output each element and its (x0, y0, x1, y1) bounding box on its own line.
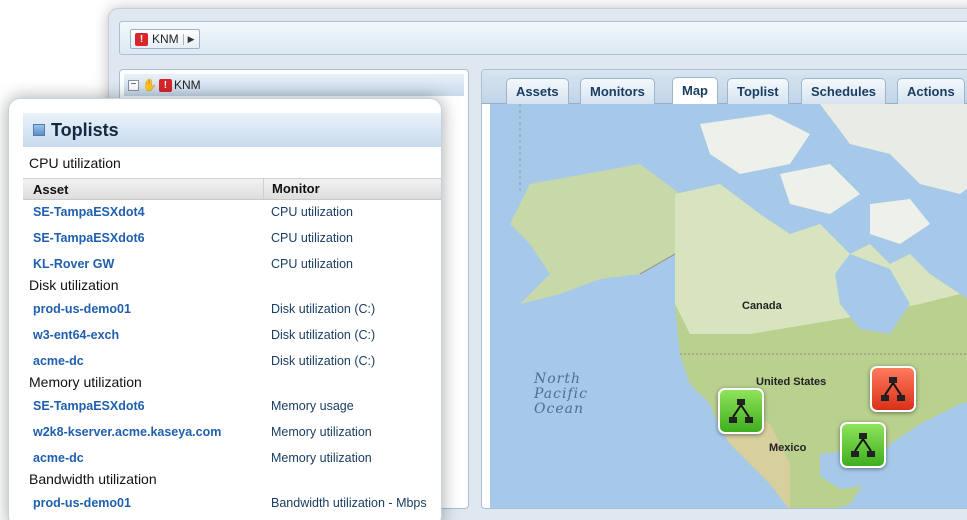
monitor-name: Disk utilization (C:) (271, 302, 376, 316)
ocean-label-line: North (534, 371, 582, 387)
table-row: w3-ent64-exch Disk utilization (C:) (23, 326, 441, 346)
content-panel: Assets Monitors Map Toplist Schedules Ac… (481, 69, 967, 509)
monitor-name: Bandwidth utilization - Mbps (271, 496, 427, 510)
map-marker-network-ok[interactable] (840, 422, 886, 468)
tab-assets[interactable]: Assets (506, 78, 569, 104)
map-marker-network-alert[interactable] (870, 366, 916, 412)
map-marker-network-ok[interactable] (718, 388, 764, 434)
section-title-bandwidth: Bandwidth utilization (29, 471, 157, 487)
table-row: acme-dc Disk utilization (C:) (23, 352, 441, 372)
alert-icon: ! (135, 32, 148, 46)
map-label-ocean: North Pacific Ocean (534, 372, 588, 417)
asset-link[interactable]: KL-Rover GW (33, 257, 114, 271)
panel-icon (33, 124, 45, 136)
network-icon (881, 377, 905, 401)
network-icon (729, 399, 753, 423)
monitor-name: Memory usage (271, 399, 354, 413)
table-row: SE-TampaESXdot4 CPU utilization (23, 203, 441, 223)
collapse-icon[interactable]: − (128, 79, 139, 91)
toplists-header: Toplists (23, 113, 441, 147)
table-row: prod-us-demo01 Bandwidth utilization - M… (23, 494, 441, 514)
monitor-name: Disk utilization (C:) (271, 354, 376, 368)
table-row: prod-us-demo01 Disk utilization (C:) (23, 300, 441, 320)
section-title-memory: Memory utilization (29, 374, 142, 390)
toplists-title: Toplists (51, 119, 119, 140)
table-row: SE-TampaESXdot6 Memory usage (23, 397, 441, 417)
chevron-right-icon[interactable]: ▶ (182, 33, 195, 45)
network-icon (851, 433, 875, 457)
table-row: KL-Rover GW CPU utilization (23, 255, 441, 275)
monitor-name: CPU utilization (271, 231, 353, 245)
monitor-name: CPU utilization (271, 205, 353, 219)
map-label-united-states: United States (756, 376, 827, 388)
tree-item-knm[interactable]: − ✋ ! KNM (124, 74, 464, 96)
ocean-label-line: Pacific (534, 386, 588, 402)
tab-strip: Assets Monitors Map Toplist Schedules Ac… (482, 70, 967, 105)
map-label-canada: Canada (742, 300, 782, 312)
asset-link[interactable]: SE-TampaESXdot6 (33, 231, 145, 245)
asset-link[interactable]: acme-dc (33, 451, 84, 465)
table-row: w2k8-kserver.acme.kaseya.com Memory util… (23, 423, 441, 443)
table-row: acme-dc Memory utilization (23, 449, 441, 469)
table-header: Asset Monitor (23, 178, 441, 200)
map-label-mexico: Mexico (769, 442, 807, 454)
ocean-label-line: Ocean (534, 401, 584, 417)
asset-link[interactable]: acme-dc (33, 354, 84, 368)
asset-link[interactable]: SE-TampaESXdot4 (33, 205, 145, 219)
tree-item-label: KNM (173, 78, 201, 92)
monitor-name: Disk utilization (C:) (271, 328, 376, 342)
toplists-panel: Toplists CPU utilization Asset Monitor S… (8, 98, 442, 520)
monitor-name: Memory utilization (271, 451, 372, 465)
column-header-asset[interactable]: Asset (33, 182, 68, 197)
alert-icon: ! (158, 78, 172, 92)
breadcrumb-item-knm[interactable]: ! KNM ▶ (130, 29, 200, 49)
table-row: SE-TampaESXdot6 CPU utilization (23, 229, 441, 249)
hand-icon: ✋ (142, 78, 157, 92)
section-title-disk: Disk utilization (29, 277, 119, 293)
column-header-monitor[interactable]: Monitor (263, 179, 320, 199)
asset-link[interactable]: w2k8-kserver.acme.kaseya.com (33, 425, 221, 439)
asset-link[interactable]: prod-us-demo01 (33, 302, 131, 316)
map-land (510, 104, 967, 508)
section-title-cpu: CPU utilization (29, 155, 121, 171)
breadcrumb: ! KNM ▶ (119, 21, 967, 55)
tab-monitors[interactable]: Monitors (580, 78, 655, 104)
monitor-name: Memory utilization (271, 425, 372, 439)
tab-toplist[interactable]: Toplist (727, 78, 789, 104)
asset-link[interactable]: SE-TampaESXdot6 (33, 399, 145, 413)
asset-link[interactable]: w3-ent64-exch (33, 328, 119, 342)
map-view[interactable]: Canada United States Mexico North Pacifi… (490, 104, 967, 508)
breadcrumb-label: KNM (152, 32, 179, 46)
tab-map[interactable]: Map (672, 77, 718, 105)
monitor-name: CPU utilization (271, 257, 353, 271)
tab-actions[interactable]: Actions (897, 78, 965, 104)
tab-schedules[interactable]: Schedules (801, 78, 887, 104)
asset-link[interactable]: prod-us-demo01 (33, 496, 131, 510)
